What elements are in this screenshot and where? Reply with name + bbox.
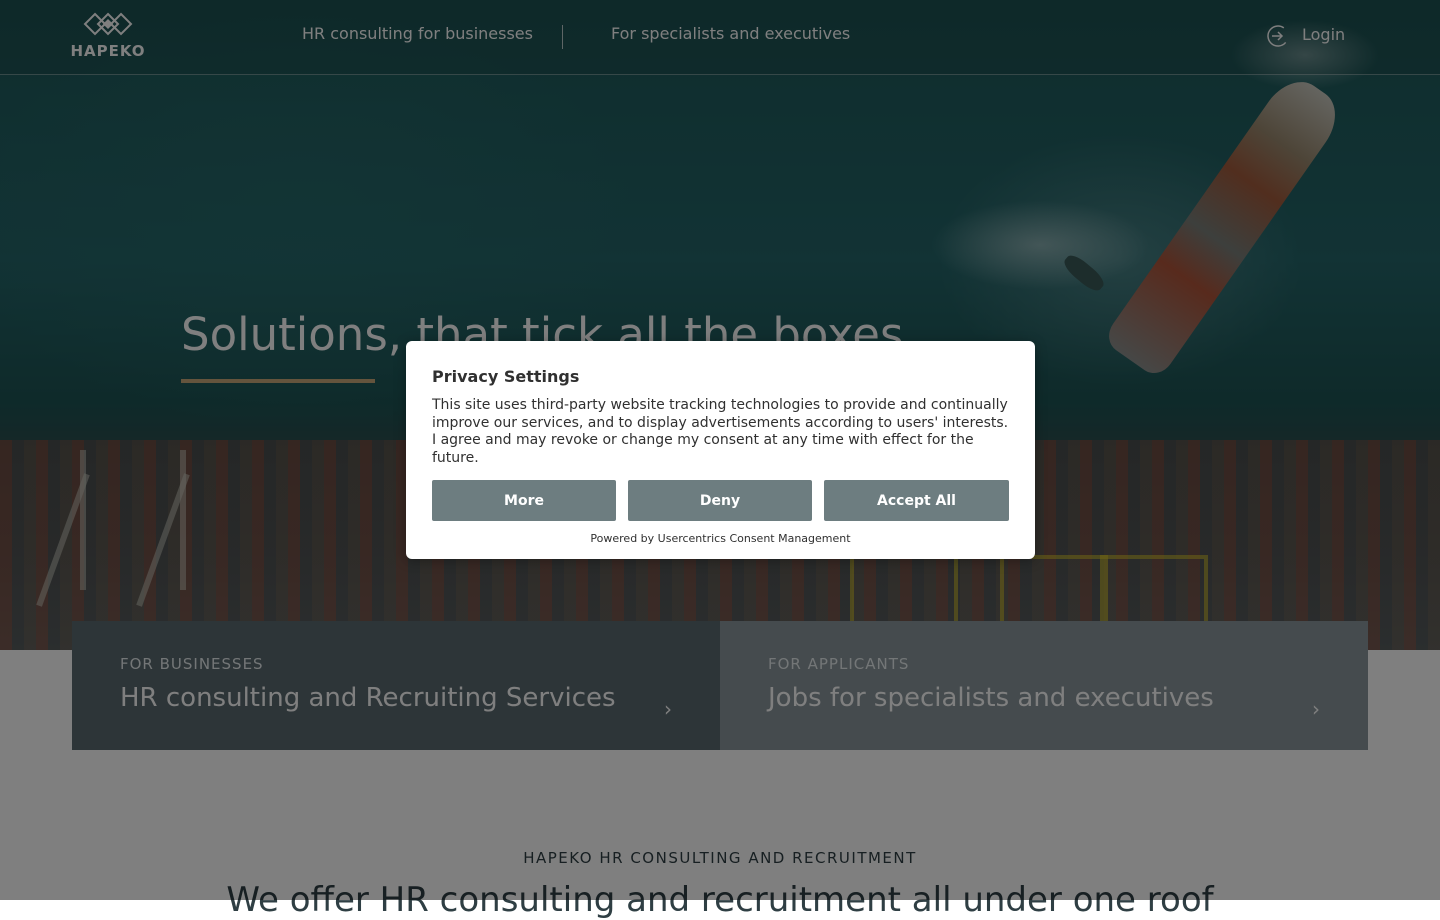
- dialog-text: This site uses third-party website track…: [432, 397, 1009, 466]
- privacy-settings-dialog: Privacy Settings This site uses third-pa…: [406, 341, 1035, 559]
- powered-by-link[interactable]: Powered by Usercentrics Consent Manageme…: [406, 532, 1035, 545]
- accept-all-button[interactable]: Accept All: [824, 480, 1009, 521]
- dialog-title: Privacy Settings: [432, 367, 580, 386]
- deny-button[interactable]: Deny: [628, 480, 812, 521]
- consent-button-row: More Deny Accept All: [432, 480, 1009, 521]
- more-button[interactable]: More: [432, 480, 616, 521]
